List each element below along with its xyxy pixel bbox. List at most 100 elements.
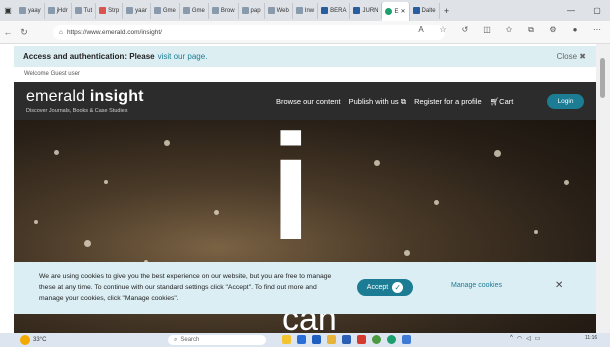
tab-favicon-icon — [182, 7, 190, 14]
visit-page-link[interactable]: visit our page. — [158, 52, 208, 61]
tab-favicon-icon — [74, 7, 82, 14]
nav-register[interactable]: Register for a profile — [414, 97, 482, 107]
battery-icon[interactable]: ▭ — [535, 335, 541, 342]
browser-tab[interactable]: pap — [239, 2, 265, 19]
wifi-icon[interactable]: ◠ — [517, 335, 522, 342]
extensions-icon[interactable]: ⚙ — [544, 25, 562, 35]
browser-tab[interactable]: Gme — [180, 2, 209, 19]
access-notice-bar: Access and authentication: Please visit … — [14, 46, 596, 67]
folder-icon[interactable] — [327, 335, 336, 344]
cookie-banner: We are using cookies to give you the bes… — [14, 262, 596, 314]
nav-browse-content[interactable]: Browse our content — [276, 97, 341, 107]
file-explorer-icon[interactable] — [282, 335, 291, 344]
bokeh-light — [54, 150, 59, 155]
tagline: Discover Journals, Books & Case Studies — [26, 108, 128, 114]
volume-icon[interactable]: ◁ — [526, 335, 531, 342]
tab-label: yaar — [135, 7, 147, 14]
taskbar-clock[interactable]: 11:16 — [585, 335, 597, 341]
bokeh-light — [404, 250, 410, 256]
bokeh-light — [434, 200, 439, 205]
toolbar-icons: A ☆ ↺ ◫ ✩ ⧉ ⚙ ● ⋯ — [412, 25, 606, 35]
emerald-insight-logo[interactable]: emerald insight — [26, 88, 144, 106]
url-text: https://www.emerald.com/insight/ — [66, 29, 162, 36]
page-scrollbar[interactable] — [596, 44, 610, 333]
search-label: Search — [180, 337, 200, 343]
cookie-text: We are using cookies to give you the bes… — [39, 273, 332, 302]
browser-tab[interactable]: yaar — [123, 2, 151, 19]
tab-label: Inw — [304, 7, 315, 14]
tab-favicon-icon — [211, 7, 219, 14]
home-icon[interactable]: ⌂ — [59, 29, 63, 36]
split-screen-icon[interactable]: ◫ — [478, 25, 496, 35]
tab-close-icon[interactable]: ✕ — [401, 8, 406, 15]
edge-taskbar-icon[interactable] — [387, 335, 396, 344]
refresh-icon[interactable]: ↻ — [16, 27, 32, 38]
cart-icon: 🛒︎ — [489, 97, 500, 106]
welcome-text: Welcome Guest user — [24, 71, 80, 77]
browser-tab[interactable]: Web — [265, 2, 293, 19]
weather-widget[interactable]: 33°C — [20, 335, 46, 345]
read-aloud-icon[interactable]: A — [412, 25, 430, 35]
browser-tab[interactable]: jHdr — [45, 2, 72, 19]
collections-icon[interactable]: ⧉ — [522, 25, 540, 35]
main-nav: Browse our content Publish with us ⧉ Reg… — [276, 97, 513, 107]
gmail-icon[interactable] — [357, 335, 366, 344]
tab-favicon-icon — [19, 7, 26, 14]
tab-label: yaay — [28, 7, 41, 14]
store-icon[interactable] — [297, 335, 306, 344]
windows-taskbar: 33°C ⌕ Search ^ ◠ ◁ ▭ 11:16 — [0, 333, 610, 347]
back-icon[interactable]: ← — [0, 27, 16, 37]
browser-tab[interactable]: Strp — [96, 2, 124, 19]
tab-favicon-icon — [321, 7, 329, 14]
browser-tab[interactable]: JURN — [350, 2, 383, 19]
bokeh-light — [374, 160, 380, 166]
browser-tab[interactable]: Gme — [151, 2, 180, 19]
notice-close-button[interactable]: Close ✖ — [557, 52, 586, 61]
browser-tab[interactable]: yaay — [16, 2, 45, 19]
maximize-icon[interactable]: ▢ — [584, 6, 610, 15]
login-button[interactable]: Login — [547, 94, 584, 109]
browser-tab[interactable]: Brow — [209, 2, 239, 19]
minimize-icon[interactable]: — — [558, 6, 584, 15]
tab-label: Web — [276, 7, 289, 14]
favorites-icon[interactable]: ✩ — [500, 25, 518, 35]
chevron-up-icon[interactable]: ^ — [510, 335, 513, 342]
taskbar-apps — [282, 335, 411, 344]
browser-tab[interactable]: Inw — [293, 2, 319, 19]
refresh-extension-icon[interactable]: ↺ — [456, 25, 474, 35]
chrome-icon[interactable] — [372, 335, 381, 344]
window-menu-icon[interactable]: ▣ — [0, 0, 16, 21]
browser-tab[interactable]: BERA — [318, 2, 351, 19]
mail-icon[interactable] — [312, 335, 321, 344]
photos-icon[interactable] — [402, 335, 411, 344]
tab-label: Dalte — [421, 7, 436, 14]
edge-icon — [385, 8, 393, 15]
scrollbar-thumb[interactable] — [600, 58, 605, 98]
favorite-star-icon[interactable]: ☆ — [434, 25, 452, 35]
tab-favicon-icon — [126, 7, 134, 14]
new-tab-icon[interactable]: + — [440, 6, 454, 16]
accept-cookies-button[interactable]: Accept ✓ — [357, 279, 413, 296]
cookie-close-icon[interactable]: ✕ — [555, 280, 563, 291]
tab-favicon-icon — [153, 7, 161, 14]
accept-label: Accept — [366, 284, 389, 291]
tab-favicon-icon — [267, 7, 275, 14]
site-header: emerald insight Discover Journals, Books… — [14, 82, 596, 120]
tab-favicon-icon — [295, 7, 303, 14]
bokeh-light — [34, 220, 38, 224]
nav-cart[interactable]: 🛒︎Cart — [490, 97, 514, 107]
browser-tab[interactable]: Tut — [72, 2, 97, 19]
tab-favicon-icon — [412, 7, 420, 14]
url-field[interactable]: ⌂ https://www.emerald.com/insight/ — [53, 25, 445, 40]
profile-icon[interactable]: ● — [566, 25, 584, 35]
browser-tab[interactable]: Dalte — [410, 2, 440, 19]
more-icon[interactable]: ⋯ — [588, 25, 606, 35]
word-icon[interactable] — [342, 335, 351, 344]
tab-favicon-icon — [99, 7, 107, 14]
manage-cookies-link[interactable]: Manage cookies — [451, 282, 502, 289]
browser-tab-active[interactable]: E ✕ — [382, 2, 410, 21]
taskbar-search[interactable]: ⌕ Search — [168, 335, 266, 345]
nav-publish-with-us[interactable]: Publish with us ⧉ — [349, 97, 406, 107]
bokeh-light — [104, 180, 108, 184]
hero-letter: i — [270, 120, 312, 271]
